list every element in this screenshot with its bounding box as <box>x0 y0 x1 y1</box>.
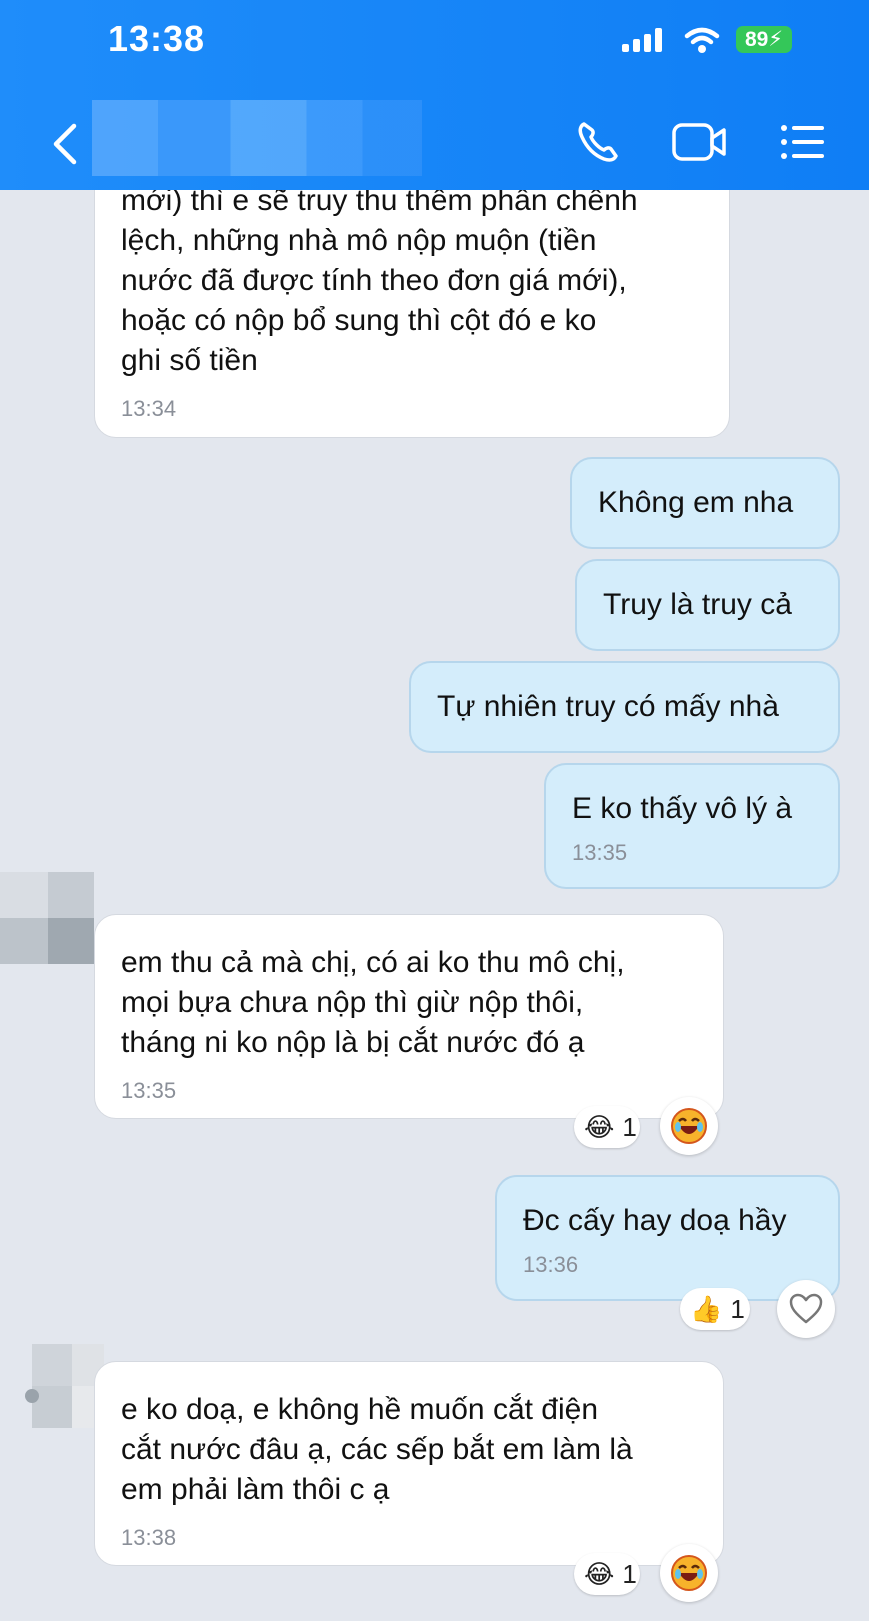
message-time: 13:38 <box>121 1525 177 1550</box>
contact-name-blurred[interactable] <box>92 100 422 176</box>
message-text: Tự nhiên truy có mấy nhà <box>437 690 779 723</box>
add-reaction-button[interactable] <box>660 1097 718 1155</box>
message-text: Đc cấy hay doạ hầy <box>523 1204 787 1237</box>
list-menu-icon[interactable] <box>778 118 826 166</box>
message-text: e ko doạ, e không hề muốn cắt điện cắt n… <box>121 1393 633 1506</box>
reaction-count[interactable]: 👍 1 <box>680 1288 750 1330</box>
reaction-count-number: 1 <box>622 1558 637 1589</box>
charging-bolt-icon: ⚡ <box>768 28 784 51</box>
message-text: Không em nha <box>598 486 794 519</box>
reaction-count-number: 1 <box>622 1111 637 1142</box>
wifi-icon <box>684 27 720 53</box>
phone-icon[interactable] <box>574 118 622 166</box>
chevron-left-icon[interactable] <box>48 122 82 166</box>
chat-header: 13:38 89⚡ <box>0 0 869 190</box>
message-time: 13:35 <box>572 840 628 865</box>
avatar-blurred[interactable] <box>24 1344 104 1428</box>
avatar-blurred[interactable] <box>0 872 94 964</box>
laugh-emoji-icon: 😂 <box>584 1111 615 1142</box>
message-text: em thu cả mà chị, có ai ko thu mô chị, m… <box>121 946 625 1059</box>
battery-indicator: 89⚡ <box>736 26 792 53</box>
status-time: 13:38 <box>108 18 206 59</box>
laugh-emoji-icon <box>671 1108 707 1144</box>
message-bubble-outgoing[interactable]: Tự nhiên truy có mấy nhà <box>409 661 840 753</box>
message-bubble-outgoing[interactable]: Truy là truy cả <box>575 559 840 651</box>
message-bubble-outgoing[interactable]: E ko thấy vô lý à 13:35 <box>544 763 840 889</box>
thumbs-up-emoji-icon: 👍 <box>690 1293 723 1324</box>
cellular-signal-icon <box>622 28 662 52</box>
add-reaction-button[interactable] <box>777 1280 835 1338</box>
message-bubble-incoming[interactable]: em thu cả mà chị, có ai ko thu mô chị, m… <box>94 914 724 1119</box>
message-text: E ko thấy vô lý à <box>572 792 793 825</box>
reaction-count[interactable]: 😂 1 <box>574 1553 640 1595</box>
battery-level: 89 <box>744 28 769 51</box>
reaction-count[interactable]: 😂 1 <box>574 1106 640 1148</box>
message-time: 13:36 <box>523 1252 579 1277</box>
message-bubble-outgoing[interactable]: Đc cấy hay doạ hầy 13:36 <box>495 1175 840 1301</box>
laugh-emoji-icon: 😂 <box>584 1558 615 1589</box>
message-bubble-outgoing[interactable]: Không em nha <box>570 457 840 549</box>
laugh-emoji-icon <box>671 1555 707 1591</box>
message-bubble-incoming[interactable]: e ko doạ, e không hề muốn cắt điện cắt n… <box>94 1361 724 1566</box>
heart-outline-icon <box>789 1293 823 1324</box>
message-text: Truy là truy cả <box>603 588 792 621</box>
message-time: 13:35 <box>121 1078 177 1103</box>
message-time: 13:34 <box>121 396 177 421</box>
add-reaction-button[interactable] <box>660 1544 718 1602</box>
message-text: mới) thì e sẽ truy thu thêm phần chênh l… <box>121 184 638 377</box>
reaction-count-number: 1 <box>730 1293 745 1324</box>
video-camera-icon[interactable] <box>670 118 728 166</box>
